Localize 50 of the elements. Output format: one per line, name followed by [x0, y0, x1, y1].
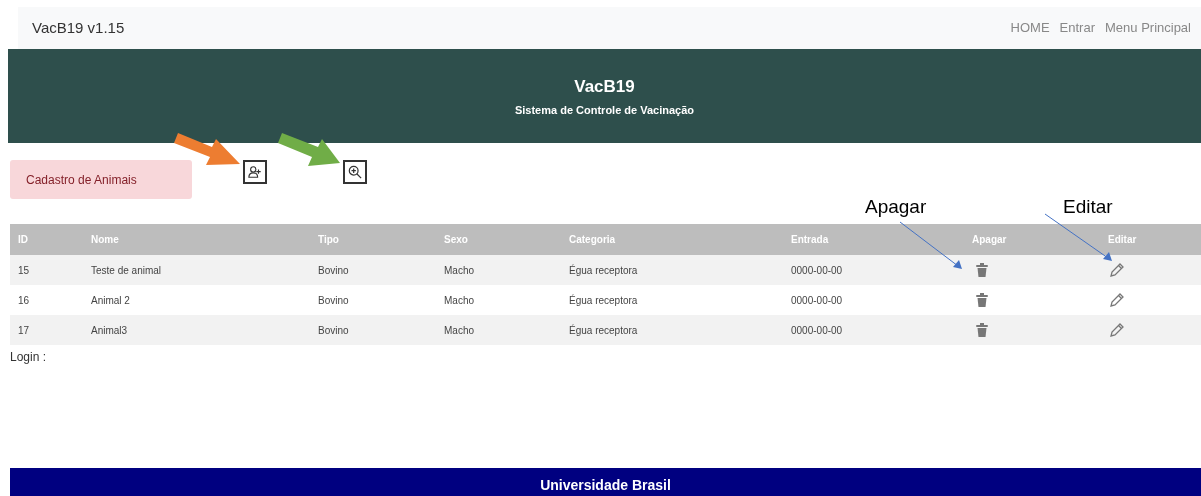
nav-link[interactable]: HOME: [1010, 18, 1050, 38]
add-user-button[interactable]: [243, 160, 267, 184]
trash-icon[interactable]: [976, 263, 988, 277]
trash-icon[interactable]: [976, 293, 988, 307]
table-cell-text: 17: [18, 323, 31, 338]
table-cell-text: Macho: [444, 263, 475, 278]
annotation-arrow: [899, 221, 962, 269]
table-cell-text: Macho: [444, 293, 475, 308]
alert-banner: Cadastro de Animais: [10, 160, 192, 199]
header-subtitle: Sistema de Controle de Vacinação: [514, 102, 695, 118]
table-cell-text: Teste de animal: [91, 263, 163, 278]
column-header: Nome: [91, 233, 120, 247]
table-cell-text: Égua receptora: [569, 263, 639, 278]
column-header: Categoria: [569, 233, 617, 247]
column-header: Apagar: [972, 233, 1008, 247]
table-cell-text: Bovino: [318, 293, 350, 308]
table-cell-text: 0000-00-00: [791, 293, 844, 308]
table-cell-text: 16: [18, 293, 31, 308]
add-user-icon: [248, 165, 262, 179]
table-cell-text: 0000-00-00: [791, 263, 844, 278]
zoom-in-icon: [348, 165, 362, 179]
pencil-icon[interactable]: [1110, 263, 1124, 277]
trash-icon[interactable]: [976, 323, 988, 337]
footer-text: Universidade Brasil: [540, 476, 671, 495]
pencil-icon[interactable]: [1110, 293, 1124, 307]
header-title: VacB19: [574, 76, 635, 98]
column-header: Sexo: [444, 233, 469, 247]
table-cell-text: Animal 2: [91, 293, 131, 308]
nav-link[interactable]: Menu Principal: [1105, 18, 1191, 38]
table-cell-text: 15: [18, 263, 31, 278]
brand-title[interactable]: VacB19 v1.15: [32, 16, 125, 40]
column-header: Tipo: [318, 233, 340, 247]
table-cell-text: Macho: [444, 323, 475, 338]
table-cell-text: 0000-00-00: [791, 323, 844, 338]
annotation-label: Editar: [1063, 195, 1113, 219]
table-cell-text: Égua receptora: [569, 293, 639, 308]
table-cell-text: Égua receptora: [569, 323, 639, 338]
column-header: Entrada: [791, 233, 830, 247]
nav-link[interactable]: Entrar: [1059, 18, 1095, 38]
table-cell-text: Bovino: [318, 263, 350, 278]
column-header: ID: [18, 233, 29, 247]
login-label: Login :: [10, 349, 48, 366]
table-cell-text: Bovino: [318, 323, 350, 338]
annotation-arrow: [174, 133, 240, 165]
pencil-icon[interactable]: [1110, 323, 1124, 337]
annotation-label: Apagar: [865, 195, 927, 219]
column-header: Editar: [1108, 233, 1138, 247]
table-cell-text: Animal3: [91, 323, 129, 338]
zoom-in-button[interactable]: [343, 160, 367, 184]
annotation-arrow: [278, 133, 340, 166]
